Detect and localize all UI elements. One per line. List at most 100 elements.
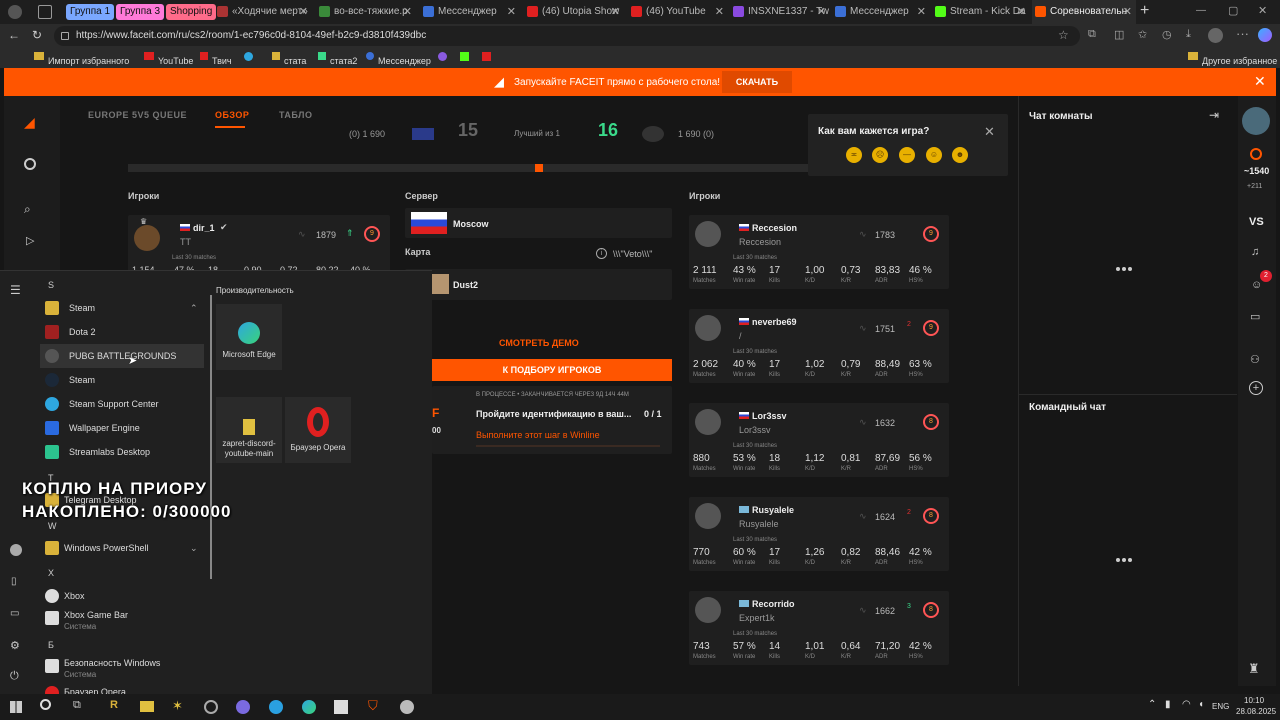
player-name[interactable]: Reccesion [752,223,797,233]
player-name[interactable]: Recorrido [752,599,795,609]
tab-queue[interactable]: EUROPE 5V5 QUEUE [88,110,187,120]
browser-tab[interactable]: «Ходячие мерт» ✕ [214,0,312,24]
close-icon[interactable]: ✕ [984,124,995,140]
quest-card[interactable]: В ПРОЦЕССЕ • ЗАКАНЧИВАЕТСЯ ЧЕРЕЗ 9Д 14Ч … [432,386,672,454]
party-icon[interactable]: ⌕ [24,202,31,217]
emoji-neutral-icon[interactable]: — [899,147,915,163]
search-icon[interactable] [40,699,51,710]
browser-tab[interactable]: Stream - Kick Da ✕ [932,0,1030,24]
close-icon[interactable]: ✕ [611,0,620,24]
tile-zapret[interactable]: zapret-discord-youtube-main [216,397,282,463]
browser-tab[interactable]: Мессенджер ✕ [832,0,930,24]
add-icon[interactable]: + [1249,381,1263,395]
app-wallpaper-engine[interactable]: Wallpaper Engine [40,416,204,440]
collapse-chat-icon[interactable]: ⇥ [1209,108,1219,122]
app-spark-icon[interactable]: ✶ [172,698,183,714]
maximize-button[interactable]: ▢ [1228,4,1238,17]
windows-start-icon[interactable] [10,701,22,713]
file-explorer-icon[interactable] [140,701,154,712]
documents-icon[interactable]: ▯ [11,576,17,587]
history-icon[interactable]: ◷ [1162,28,1172,41]
close-icon[interactable]: ✕ [817,0,826,24]
browser-tab[interactable]: (46) Utopia Show ✕ [524,0,624,24]
close-icon[interactable]: ✕ [507,0,516,24]
browser-tab[interactable]: во-все-тяжкие.р ✕ [316,0,416,24]
player-name[interactable]: Lor3ssv [752,411,787,421]
browser-tab[interactable]: INSXNE1337 - Tw ✕ [730,0,830,24]
app-xbox-game-bar[interactable]: Xbox Game Bar Система [40,606,204,634]
friends-icon[interactable]: ☺ [1251,279,1262,291]
volume-icon[interactable]: ◖ [1198,699,1204,710]
bell-icon[interactable]: ♫ [1251,246,1259,258]
close-icon[interactable]: ✕ [1254,73,1266,90]
app-discord-icon[interactable] [236,700,250,714]
app-avatar-icon[interactable] [400,700,414,714]
bookmark-edge[interactable] [244,52,253,63]
faceit-logo-icon[interactable]: ◢ [24,114,35,131]
app-brave-icon[interactable]: ⛉ [368,698,378,714]
tab-overview[interactable]: ОБЗОР [215,110,249,120]
bookmark-other[interactable]: Другое избранное [1188,52,1277,66]
bookmark-messenger[interactable]: Мессенджер [366,52,431,66]
close-icon[interactable]: ✕ [1123,0,1132,24]
find-players-button[interactable]: К ПОДБОРУ ИГРОКОВ [432,359,672,381]
window-close-button[interactable]: ✕ [1258,4,1267,17]
user-avatar[interactable] [1242,107,1270,135]
left-player-card[interactable]: ♛ dir_1 ✔ ТТ ∿ 1879 ⇑ 9 Last 30 matches … [128,215,390,273]
app-dota2[interactable]: Dota 2 [40,320,204,344]
app-sheet-icon[interactable] [334,700,348,714]
tab-group-shopping[interactable]: Shopping [166,4,217,20]
app-streamlabs[interactable]: Streamlabs Desktop [40,440,204,464]
tab-group-1[interactable]: Группа 1 [66,4,115,20]
refresh-icon[interactable]: ↻ [32,28,42,42]
workspaces-icon[interactable] [38,5,52,19]
settings-icon[interactable]: ⚙ [10,639,20,652]
profile-icon[interactable] [8,5,22,19]
right-player-card[interactable]: Recorrido Expert1k ∿ 1662 3 8 Last 30 matches 7… [689,591,949,665]
browser-tab[interactable]: Мессенджер ✕ [420,0,520,24]
anticheat-icon[interactable]: ♜ [1248,661,1260,677]
language-indicator[interactable]: ENG [1212,702,1229,711]
app-speed-icon[interactable] [204,700,218,714]
bookmark-extra-3[interactable] [482,52,491,63]
folder-powershell[interactable]: Windows PowerShell ⌄ [40,536,204,560]
emoji-great-icon[interactable]: ☻ [952,147,968,163]
account-avatar[interactable] [1208,28,1223,43]
bookmark-stats[interactable]: стата [272,52,306,66]
wifi-icon[interactable]: ◠ [1182,699,1191,710]
app-r-icon[interactable]: R [110,699,118,711]
power-icon[interactable]: ⏻ [10,670,19,683]
player-name[interactable]: neverbe69 [752,317,797,327]
user-avatar[interactable] [10,544,22,556]
bookmark-stats2[interactable]: стата2 [318,52,357,66]
edge-icon[interactable] [302,700,316,714]
bookmark-twitch[interactable]: Твич [200,52,232,66]
more-icon[interactable]: ··· [1236,26,1249,41]
new-tab-button[interactable]: + [1140,2,1149,20]
right-player-card[interactable]: Reccesion Reccesion ∿ 1783 9 Last 30 matches 2… [689,215,949,289]
app-opera[interactable]: Браузер Opera [40,681,204,695]
emoji-very-bad-icon[interactable]: ≖ [846,147,862,163]
url-field[interactable]: https://www.faceit.com/ru/cs2/room/1-ec7… [54,26,1080,46]
party-finder-icon[interactable]: ⚇ [1250,353,1260,366]
minimize-button[interactable]: — [1196,5,1206,16]
favorite-star-icon[interactable]: ☆ [1058,28,1069,42]
extensions-icon[interactable]: ⧉ [1088,28,1096,41]
clock-date[interactable]: 28.08.2025 [1236,707,1276,716]
messages-icon[interactable]: ▭ [1250,310,1260,323]
right-player-card[interactable]: Lor3ssv Lor3ssv ∿ 1632 8 Last 30 matches 880 Ma… [689,403,949,477]
search-icon[interactable] [24,158,36,170]
favorites-icon[interactable]: ✩ [1138,28,1147,41]
versus-icon[interactable]: VS [1249,216,1264,228]
tile-opera[interactable]: Браузер Opera [285,397,351,463]
bookmark-extra-2[interactable] [460,52,469,63]
watch-demo-button[interactable]: СМОТРЕТЬ ДЕМО [499,338,579,348]
usb-icon[interactable]: ▮ [1165,699,1171,710]
hamburger-icon[interactable]: ☰ [10,283,21,297]
back-icon[interactable]: ← [8,28,20,42]
pictures-icon[interactable]: ▭ [10,608,19,619]
close-icon[interactable]: ✕ [917,0,926,24]
task-view-icon[interactable]: ⧉ [73,699,81,712]
close-icon[interactable]: ✕ [715,0,724,24]
close-icon[interactable]: ✕ [299,0,308,24]
